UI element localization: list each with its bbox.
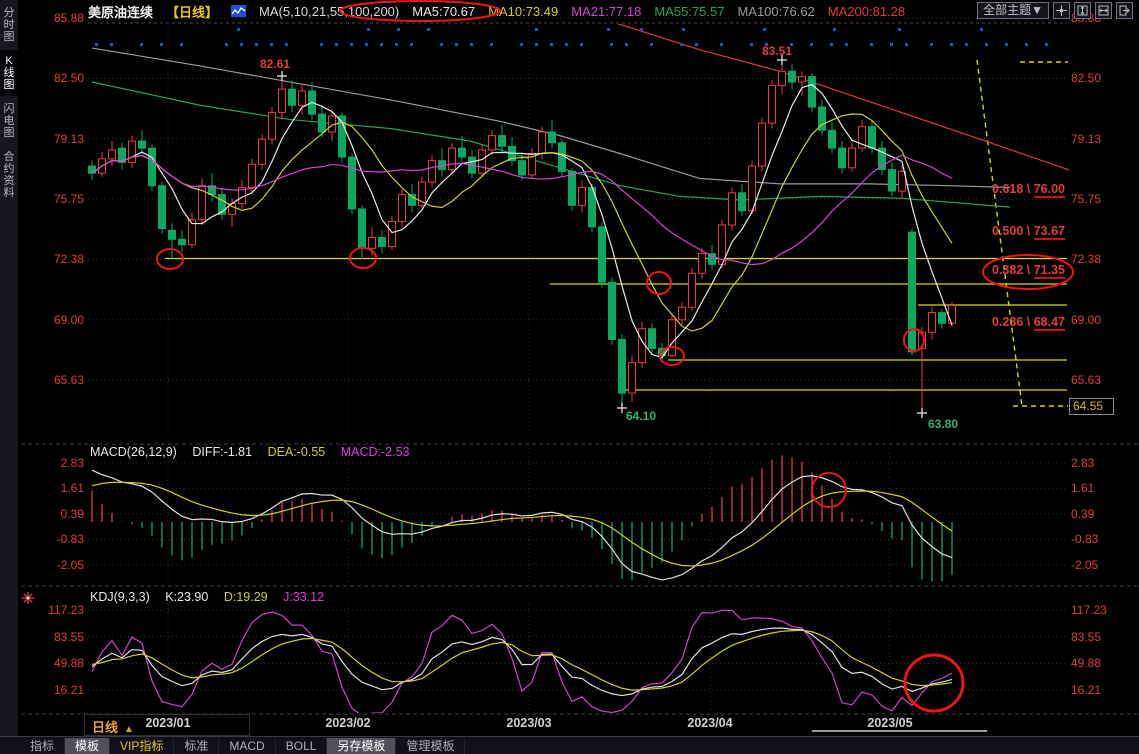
tab-vip-indicators[interactable]: VIP指标	[110, 738, 174, 754]
theme-dropdown-button[interactable]: 全部主题▼	[977, 2, 1049, 19]
main-axis-tick-right: 82.50	[1071, 71, 1131, 85]
date-label: 2023/03	[497, 716, 561, 730]
kdj-axis-tick-left: 49.88	[34, 656, 84, 670]
kdj-name: KDJ(9,3,3)	[90, 590, 150, 604]
date-label: 2023/01	[136, 716, 200, 730]
chart-header: 美原油连续 【日线】 MA(5,10,21,55,100,200) MA5:70…	[88, 2, 905, 20]
macd-axis-tick-right: -2.05	[1071, 558, 1131, 572]
kdj-j-value: J:33.12	[283, 590, 324, 604]
price-annotation: 83.51	[762, 44, 792, 58]
kdj-panel-header: KDJ(9,3,3) K:23.90 D:19.29 J:33.12	[90, 590, 324, 604]
macd-axis-tick-left: 0.39	[34, 507, 84, 521]
kdj-d-value: D:19.29	[224, 590, 268, 604]
tab-macd[interactable]: MACD	[219, 738, 275, 754]
sidebar-item-contract-info[interactable]: 合约资料	[0, 146, 18, 204]
kdj-axis-tick-left: 16.21	[34, 683, 84, 697]
ma100-value: MA100:76.62	[737, 4, 814, 19]
main-axis-tick-left: 72.38	[34, 252, 84, 266]
sidebar-item-timeline-chart[interactable]: 分时图	[0, 2, 18, 48]
main-axis-tick-right: 79.13	[1071, 132, 1131, 146]
macd-axis-tick-left: -2.05	[34, 558, 84, 572]
fib-level-label: 0.618 \ 76.00	[992, 182, 1065, 196]
price-annotation: 82.61	[260, 57, 290, 71]
tab-boll[interactable]: BOLL	[276, 738, 328, 754]
main-axis-tick-right: 72.38	[1071, 252, 1131, 266]
date-label: 2023/05	[858, 716, 922, 730]
ma21-value: MA21:77.18	[571, 4, 641, 19]
macd-axis-tick-left: -0.83	[34, 532, 84, 546]
fib-level-label: 0.236 \ 68.47	[992, 315, 1065, 329]
main-axis-tick-left: 79.13	[34, 132, 84, 146]
price-annotation: 64.10	[626, 409, 656, 423]
tab-indicators[interactable]: 指标	[20, 738, 65, 754]
fib-level-label: 0.500 \ 73.67	[992, 224, 1065, 238]
triangle-up-icon: ▲	[124, 724, 134, 735]
main-axis-tick-right: 69.00	[1071, 313, 1131, 327]
tab-save-template[interactable]: 另存模板	[327, 738, 396, 754]
macd-axis-tick-right: 1.61	[1071, 481, 1131, 495]
kdj-axis-tick-right: 49.88	[1071, 656, 1131, 670]
event-dots	[95, 28, 1048, 46]
main-axis-tick-left: 75.75	[34, 192, 84, 206]
fib-level-label: 0.382 \ 71.35	[992, 263, 1065, 277]
kdj-k-value: K:23.90	[165, 590, 208, 604]
ma-parameters: MA(5,10,21,55,100,200)	[259, 4, 399, 19]
pan-right-icon[interactable]	[1116, 2, 1133, 19]
macd-dea-value: DEA:-0.55	[268, 445, 326, 459]
bottom-tabbar: 指标 模板 VIP指标 标准 MACD BOLL 另存模板 管理模板	[0, 736, 1139, 754]
ma10-value: MA10:73.49	[488, 4, 558, 19]
kdj-axis-tick-right: 16.21	[1071, 683, 1131, 697]
instrument-title: 美原油连续	[88, 2, 153, 21]
zoom-vertical-icon[interactable]	[1074, 2, 1091, 19]
horizontal-scrollbar-thumb[interactable]	[812, 730, 987, 732]
left-sidebar: 分时图 K线图 闪电图 合约资料	[0, 0, 19, 736]
sidebar-item-flash-chart[interactable]: 闪电图	[0, 98, 18, 144]
macd-axis-tick-right: 2.83	[1071, 456, 1131, 470]
macd-axis-tick-right: -0.83	[1071, 532, 1131, 546]
period-tag: 【日线】	[166, 2, 218, 21]
long-ma-lines	[92, 23, 1125, 207]
macd-name: MACD(26,12,9)	[90, 445, 177, 459]
ma5-value: MA5:70.67	[412, 4, 475, 19]
date-label: 2023/04	[678, 716, 742, 730]
macd-macd-value: MACD:-2.53	[341, 445, 410, 459]
kdj-axis-tick-right: 83.55	[1071, 630, 1131, 644]
period-selector[interactable]: 日线 ▲	[92, 717, 134, 736]
date-label: 2023/02	[316, 716, 380, 730]
main-axis-tick-right: 65.63	[1071, 373, 1131, 387]
fib-base-price-box: 64.55	[1069, 398, 1114, 415]
macd-axis-tick-left: 2.83	[34, 456, 84, 470]
chart-canvas[interactable]	[0, 0, 1139, 754]
header-controls: 全部主题▼	[977, 2, 1133, 19]
tab-manage-templates[interactable]: 管理模板	[396, 738, 465, 754]
gridlines	[0, 18, 1139, 714]
main-axis-tick-left: 69.00	[34, 313, 84, 327]
tab-templates[interactable]: 模板	[65, 738, 110, 754]
kdj-axis-tick-right: 117.23	[1071, 603, 1131, 617]
kline-style-icon[interactable]	[231, 5, 246, 17]
main-axis-tick-left: 85.88	[34, 11, 84, 25]
kdj-axis-tick-left: 117.23	[34, 603, 84, 617]
zoom-horizontal-icon[interactable]	[1095, 2, 1112, 19]
macd-panel-header: MACD(26,12,9) DIFF:-1.81 DEA:-0.55 MACD:…	[90, 445, 410, 459]
macd-axis-tick-right: 0.39	[1071, 507, 1131, 521]
period-label: 日线	[92, 720, 118, 735]
sidebar-item-kline-chart[interactable]: K线图	[0, 50, 18, 96]
drawn-lines	[165, 60, 1068, 406]
macd-plot	[92, 455, 952, 581]
main-axis-tick-right: 75.75	[1071, 192, 1131, 206]
macd-diff-value: DIFF:-1.81	[192, 445, 252, 459]
ma200-value: MA200:81.28	[828, 4, 905, 19]
price-annotation: 63.80	[928, 417, 958, 431]
tab-standard[interactable]: 标准	[174, 738, 219, 754]
main-axis-tick-left: 65.63	[34, 373, 84, 387]
macd-axis-tick-left: 1.61	[34, 481, 84, 495]
crosshair-icon[interactable]	[1053, 2, 1070, 19]
main-axis-tick-left: 82.50	[34, 71, 84, 85]
kdj-axis-tick-left: 83.55	[34, 630, 84, 644]
ma55-value: MA55:75.57	[654, 4, 724, 19]
